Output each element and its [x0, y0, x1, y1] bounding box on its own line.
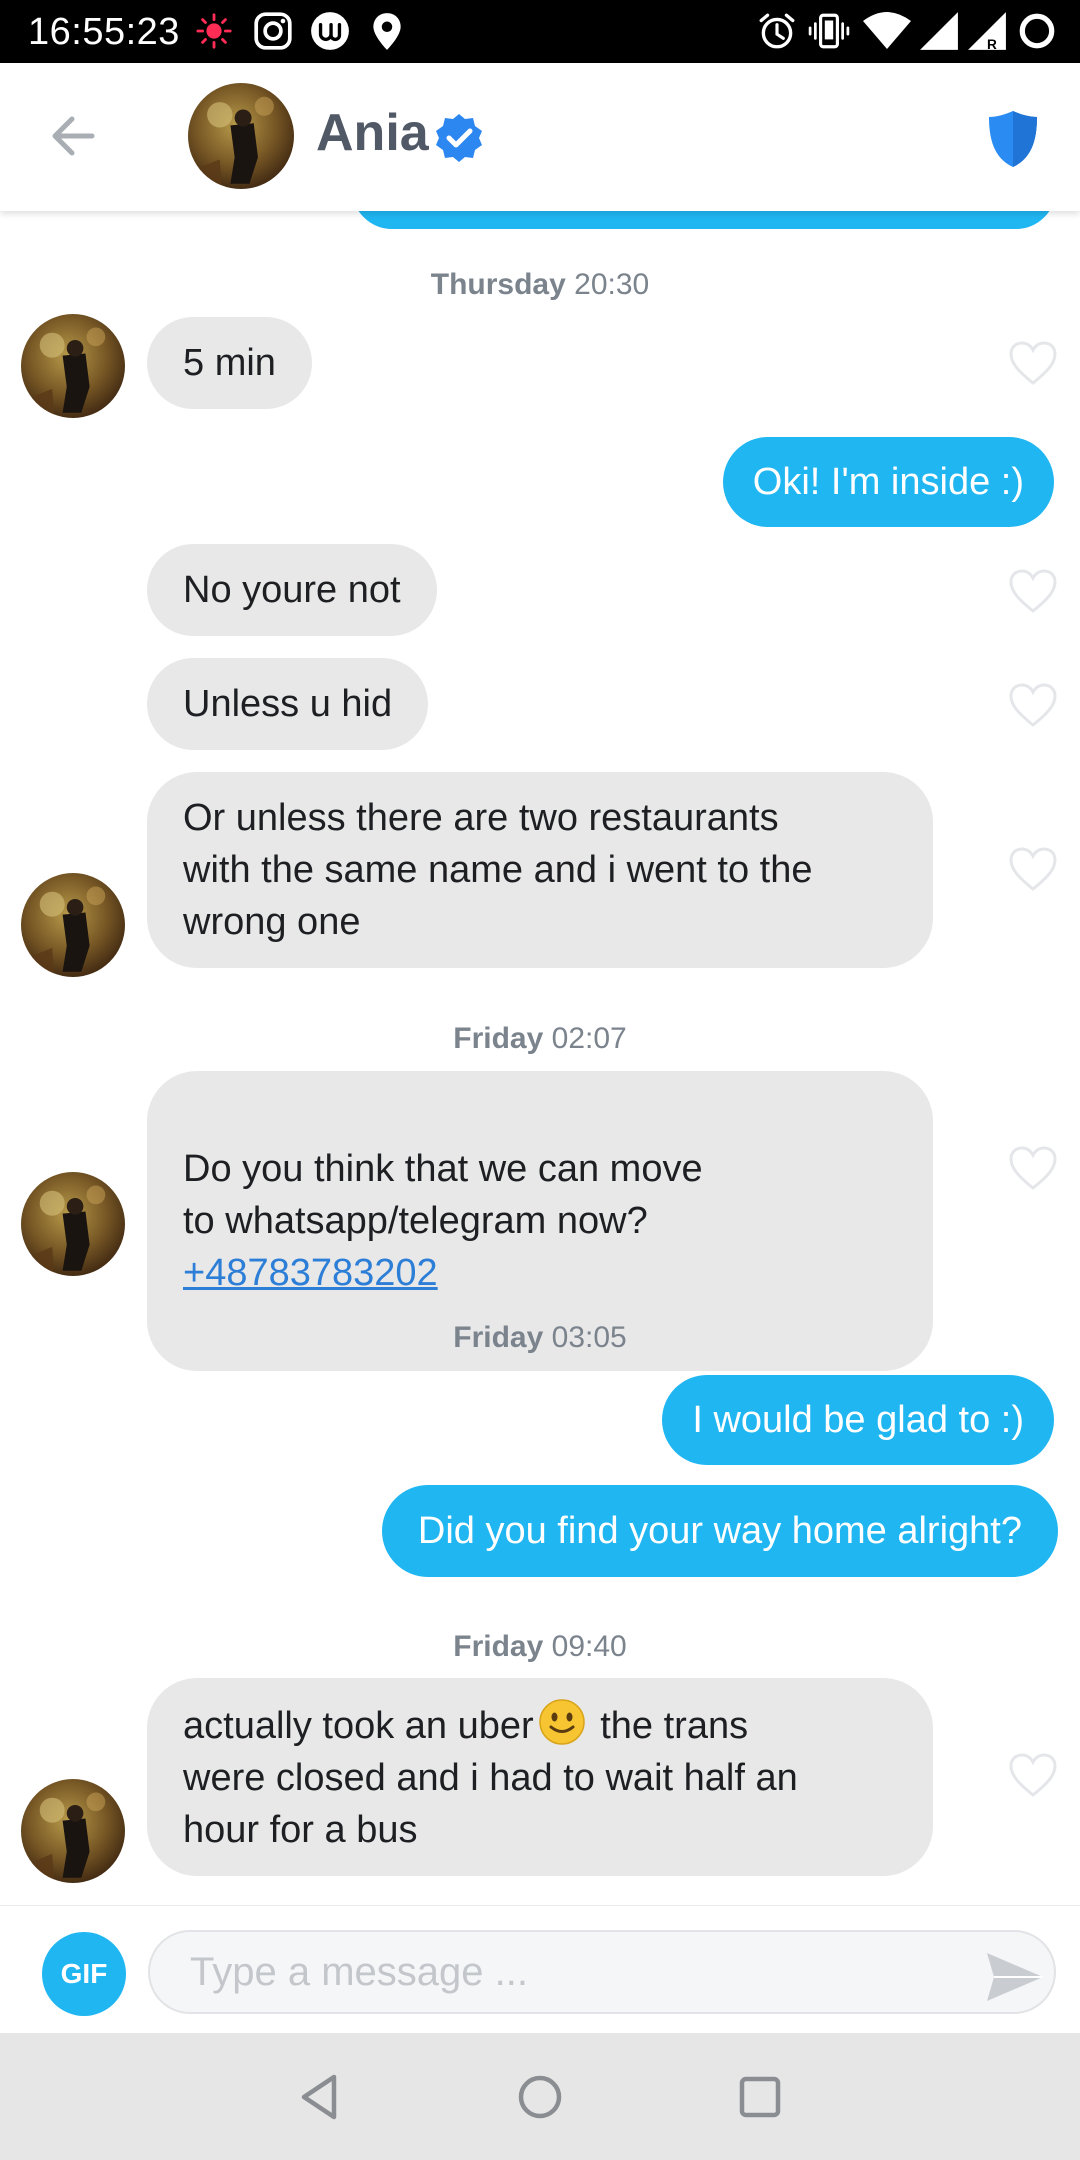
shield-icon [989, 111, 1037, 167]
nav-home-button[interactable] [510, 2067, 570, 2127]
slightly-smiling-face-icon [538, 1698, 586, 1746]
location-pin-icon [366, 10, 408, 52]
contact-name[interactable]: Ania [316, 101, 429, 165]
incoming-message-bubble[interactable]: 5 min [147, 317, 312, 409]
instagram-icon [252, 10, 294, 52]
safety-shield-button[interactable] [986, 109, 1040, 169]
message-input[interactable] [148, 1930, 1056, 2014]
nav-back-button[interactable] [290, 2067, 350, 2127]
incoming-message-bubble[interactable]: No youre not [147, 544, 437, 636]
nav-recents-button[interactable] [730, 2067, 790, 2127]
alarm-icon [756, 10, 798, 52]
outgoing-message-bubble[interactable]: Did you find your way home alright? [381, 1485, 1058, 1577]
sender-avatar[interactable] [21, 314, 125, 418]
timestamp-divider: Thursday 20:30 [430, 268, 650, 301]
timestamp-divider: Friday 03:05 [453, 1321, 627, 1354]
svg-text:R: R [987, 37, 997, 52]
message-text: actually took an uber [183, 1705, 534, 1747]
send-button[interactable] [985, 1951, 1045, 2003]
battery-ring-icon [1016, 10, 1058, 52]
previous-message-bubble [352, 211, 1056, 229]
back-arrow-icon [52, 116, 95, 156]
send-icon [987, 1953, 1043, 2001]
timestamp-divider: Friday 02:07 [453, 1022, 627, 1055]
sender-avatar[interactable] [21, 1779, 125, 1883]
message-text: Do you think that we can move to whatsap… [183, 1148, 703, 1242]
wifi-icon [862, 10, 912, 52]
sender-avatar[interactable] [21, 873, 125, 977]
recents-square-icon [739, 2076, 781, 2118]
chat-screen: 16:55:23 R Ania Thursday 20:30 5 min Oki… [0, 0, 1080, 2160]
incoming-message-bubble[interactable]: actually took an uber the trans were clo… [147, 1678, 933, 1876]
message-composer: GIF [0, 1905, 1080, 2034]
status-bar: 16:55:23 R [0, 0, 1080, 63]
recording-dot-icon [195, 12, 233, 50]
outgoing-message-bubble[interactable]: Oki! I'm inside :) [722, 437, 1054, 527]
like-heart-icon[interactable] [1008, 1752, 1058, 1798]
verified-badge-icon [433, 112, 485, 164]
like-heart-icon[interactable] [1008, 568, 1058, 614]
back-triangle-icon [301, 2074, 337, 2120]
timestamp-divider: Friday 09:40 [453, 1630, 627, 1663]
contact-avatar[interactable] [188, 83, 294, 189]
outgoing-message-bubble[interactable]: I would be glad to :) [662, 1375, 1054, 1465]
system-navigation-bar [0, 2033, 1080, 2160]
sender-avatar[interactable] [21, 1172, 125, 1276]
back-button[interactable] [40, 103, 106, 169]
signal-icon [918, 10, 960, 52]
gif-button[interactable]: GIF [42, 1932, 126, 2016]
incoming-message-bubble[interactable]: Or unless there are two restaurants with… [147, 772, 933, 968]
like-heart-icon[interactable] [1008, 846, 1058, 892]
status-time: 16:55:23 [28, 11, 180, 53]
phone-number-link[interactable]: +48783783202 [183, 1247, 897, 1299]
like-heart-icon[interactable] [1008, 682, 1058, 728]
vibrate-icon [808, 10, 850, 52]
chat-header: Ania [0, 63, 1080, 211]
signal-roaming-icon: R [966, 10, 1008, 52]
home-circle-icon [518, 2075, 562, 2119]
like-heart-icon[interactable] [1008, 340, 1058, 386]
message-list[interactable]: Thursday 20:30 5 min Oki! I'm inside :) … [0, 211, 1080, 1905]
app-notification-icon [309, 10, 351, 52]
like-heart-icon[interactable] [1008, 1145, 1058, 1191]
incoming-message-bubble[interactable]: Unless u hid [147, 658, 429, 750]
